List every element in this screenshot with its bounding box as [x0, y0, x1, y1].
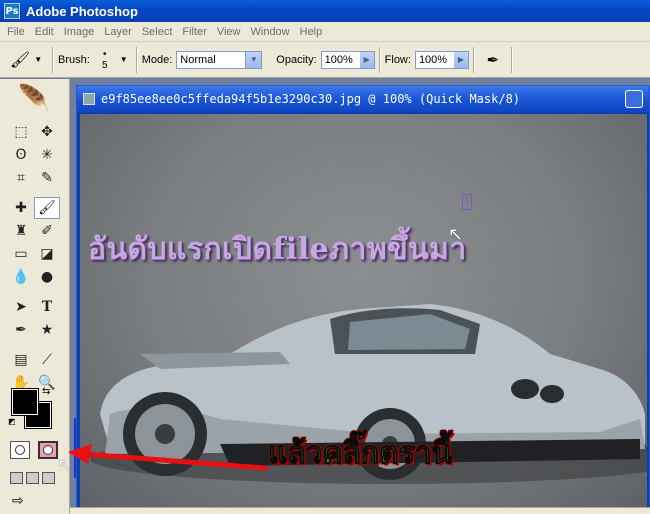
brush-tip-icon: • — [103, 48, 107, 60]
opacity-field[interactable]: 100% ▶ — [320, 50, 375, 69]
mode-select[interactable]: Normal ▼ — [176, 50, 263, 69]
eyedropper-tool-icon[interactable]: ⟋ — [34, 349, 60, 371]
menu-layer[interactable]: Layer — [99, 26, 137, 38]
circle-icon — [43, 445, 53, 455]
chevron-right-icon[interactable]: ▶ — [453, 51, 468, 68]
chevron-down-icon: ▼ — [34, 55, 43, 64]
notes-tool-icon[interactable]: ▤ — [8, 349, 34, 371]
standard-screen-mode-button[interactable] — [10, 472, 23, 484]
menu-file[interactable]: File — [2, 26, 30, 38]
path-selection-tool-icon[interactable]: ➤ — [8, 296, 34, 318]
mode-label: Mode: — [141, 53, 173, 66]
swap-colors-icon[interactable]: ⇆ — [42, 386, 50, 397]
screen-modes — [10, 472, 55, 484]
crop-tool-icon[interactable]: ⌗ — [8, 167, 34, 189]
menu-filter[interactable]: Filter — [177, 26, 211, 38]
mouse-pointer-icon: ↖ — [448, 224, 464, 245]
menu-edit[interactable]: Edit — [30, 26, 59, 38]
opacity-value: 100% — [324, 53, 353, 66]
full-screen-menu-mode-button[interactable] — [26, 472, 39, 484]
document-title: e9f85ee8ee0c5ffeda94f5b1e3290c30.jpg @ 1… — [101, 92, 521, 106]
color-swatches: ⇆ ◩ — [8, 386, 57, 431]
menu-window[interactable]: Window — [246, 26, 295, 38]
dodge-tool-icon[interactable]: ● — [34, 266, 60, 288]
divider — [52, 46, 54, 73]
divider — [510, 46, 513, 73]
shape-tool-icon[interactable]: ★ — [34, 319, 60, 341]
healing-brush-tool-icon[interactable]: ✚ — [8, 197, 34, 219]
red-arrow-icon — [68, 444, 268, 471]
menu-select[interactable]: Select — [137, 26, 178, 38]
magic-wand-tool-icon[interactable]: ✳ — [34, 144, 60, 166]
stamp-tool-icon[interactable]: ♜ — [8, 220, 34, 242]
airbrush-icon[interactable]: ✒ — [479, 47, 507, 73]
pen-tool-icon[interactable]: ✒ — [8, 319, 34, 341]
type-tool-icon[interactable]: T — [34, 296, 60, 318]
instruction-step2: แล้วคลิ๊กตรานี้ — [267, 436, 453, 472]
feather-icon: 🪶 — [18, 84, 51, 114]
full-screen-mode-button[interactable] — [42, 472, 55, 484]
options-bar: 🖌 ▼ Brush: • 5 ▼ Mode: Normal ▼ Opacity:… — [0, 42, 650, 78]
tool-preset-picker[interactable]: 🖌 ▼ — [8, 47, 48, 73]
chevron-down-icon[interactable]: ▼ — [120, 55, 128, 64]
instruction-step1: อันดับแรกเปิดfileภาพขึ้นมา — [88, 232, 467, 267]
standard-mode-button[interactable] — [10, 441, 30, 459]
jump-to-imageready-icon[interactable]: ⇨ — [12, 493, 24, 509]
minimize-button[interactable]: _ — [625, 90, 643, 108]
status-bar — [70, 507, 650, 514]
flow-label: Flow: — [384, 53, 411, 66]
tools-grid: ⬚ ✥ ʘ ✳ ⌗ ✎ ✚ 🖌 ♜ ✐ ▭ ◪ 💧 ● ➤ T ✒ ★ ▤ ⟋ … — [8, 121, 60, 394]
menu-help[interactable]: Help — [295, 26, 328, 38]
history-brush-tool-icon[interactable]: ✐ — [34, 220, 60, 242]
paint-bucket-tool-icon[interactable]: ◪ — [34, 243, 60, 265]
foreground-color-swatch[interactable] — [11, 388, 39, 416]
brush-tool-icon[interactable]: 🖌 — [34, 197, 60, 219]
toolbox-header[interactable]: 🪶 — [0, 79, 69, 119]
mask-modes — [10, 441, 58, 459]
lasso-tool-icon[interactable]: ʘ — [8, 144, 34, 166]
blur-tool-icon[interactable]: 💧 — [8, 266, 34, 288]
mouse-pointer-icon: ↖ — [57, 455, 73, 476]
app-title-bar: Ps Adobe Photoshop — [0, 0, 650, 22]
brush-label: Brush: — [58, 53, 90, 66]
mode-value: Normal — [180, 53, 216, 66]
flow-field[interactable]: 100% ▶ — [414, 50, 469, 69]
brush-size: 5 — [102, 59, 108, 71]
divider — [135, 46, 138, 73]
menu-bar: File Edit Image Layer Select Filter View… — [0, 22, 650, 42]
menu-image[interactable]: Image — [59, 26, 100, 38]
eraser-tool-icon[interactable]: ▭ — [8, 243, 34, 265]
move-tool-icon[interactable]: ✥ — [34, 121, 60, 143]
default-colors-icon[interactable]: ◩ — [8, 417, 16, 426]
chevron-down-icon: ▼ — [245, 51, 262, 68]
document-icon — [83, 93, 95, 105]
document-title-bar[interactable]: e9f85ee8ee0c5ffeda94f5b1e3290c30.jpg @ 1… — [77, 86, 649, 112]
chevron-right-icon[interactable]: ▶ — [359, 51, 374, 68]
flow-value: 100% — [418, 53, 448, 66]
menu-view[interactable]: View — [212, 26, 246, 38]
brush-cursor-icon: ꟾ — [462, 194, 472, 210]
opacity-label: Opacity: — [276, 53, 317, 66]
marquee-tool-icon[interactable]: ⬚ — [8, 121, 34, 143]
quick-mask-mode-button[interactable] — [38, 441, 58, 459]
brush-preset-preview[interactable]: • 5 — [94, 49, 116, 71]
brush-icon: 🖌 — [9, 51, 31, 69]
app-title: Adobe Photoshop — [26, 3, 138, 19]
slice-tool-icon[interactable]: ✎ — [34, 167, 60, 189]
circle-icon — [15, 445, 25, 455]
divider — [378, 46, 381, 73]
photoshop-logo-icon: Ps — [4, 3, 20, 19]
divider — [472, 46, 475, 73]
